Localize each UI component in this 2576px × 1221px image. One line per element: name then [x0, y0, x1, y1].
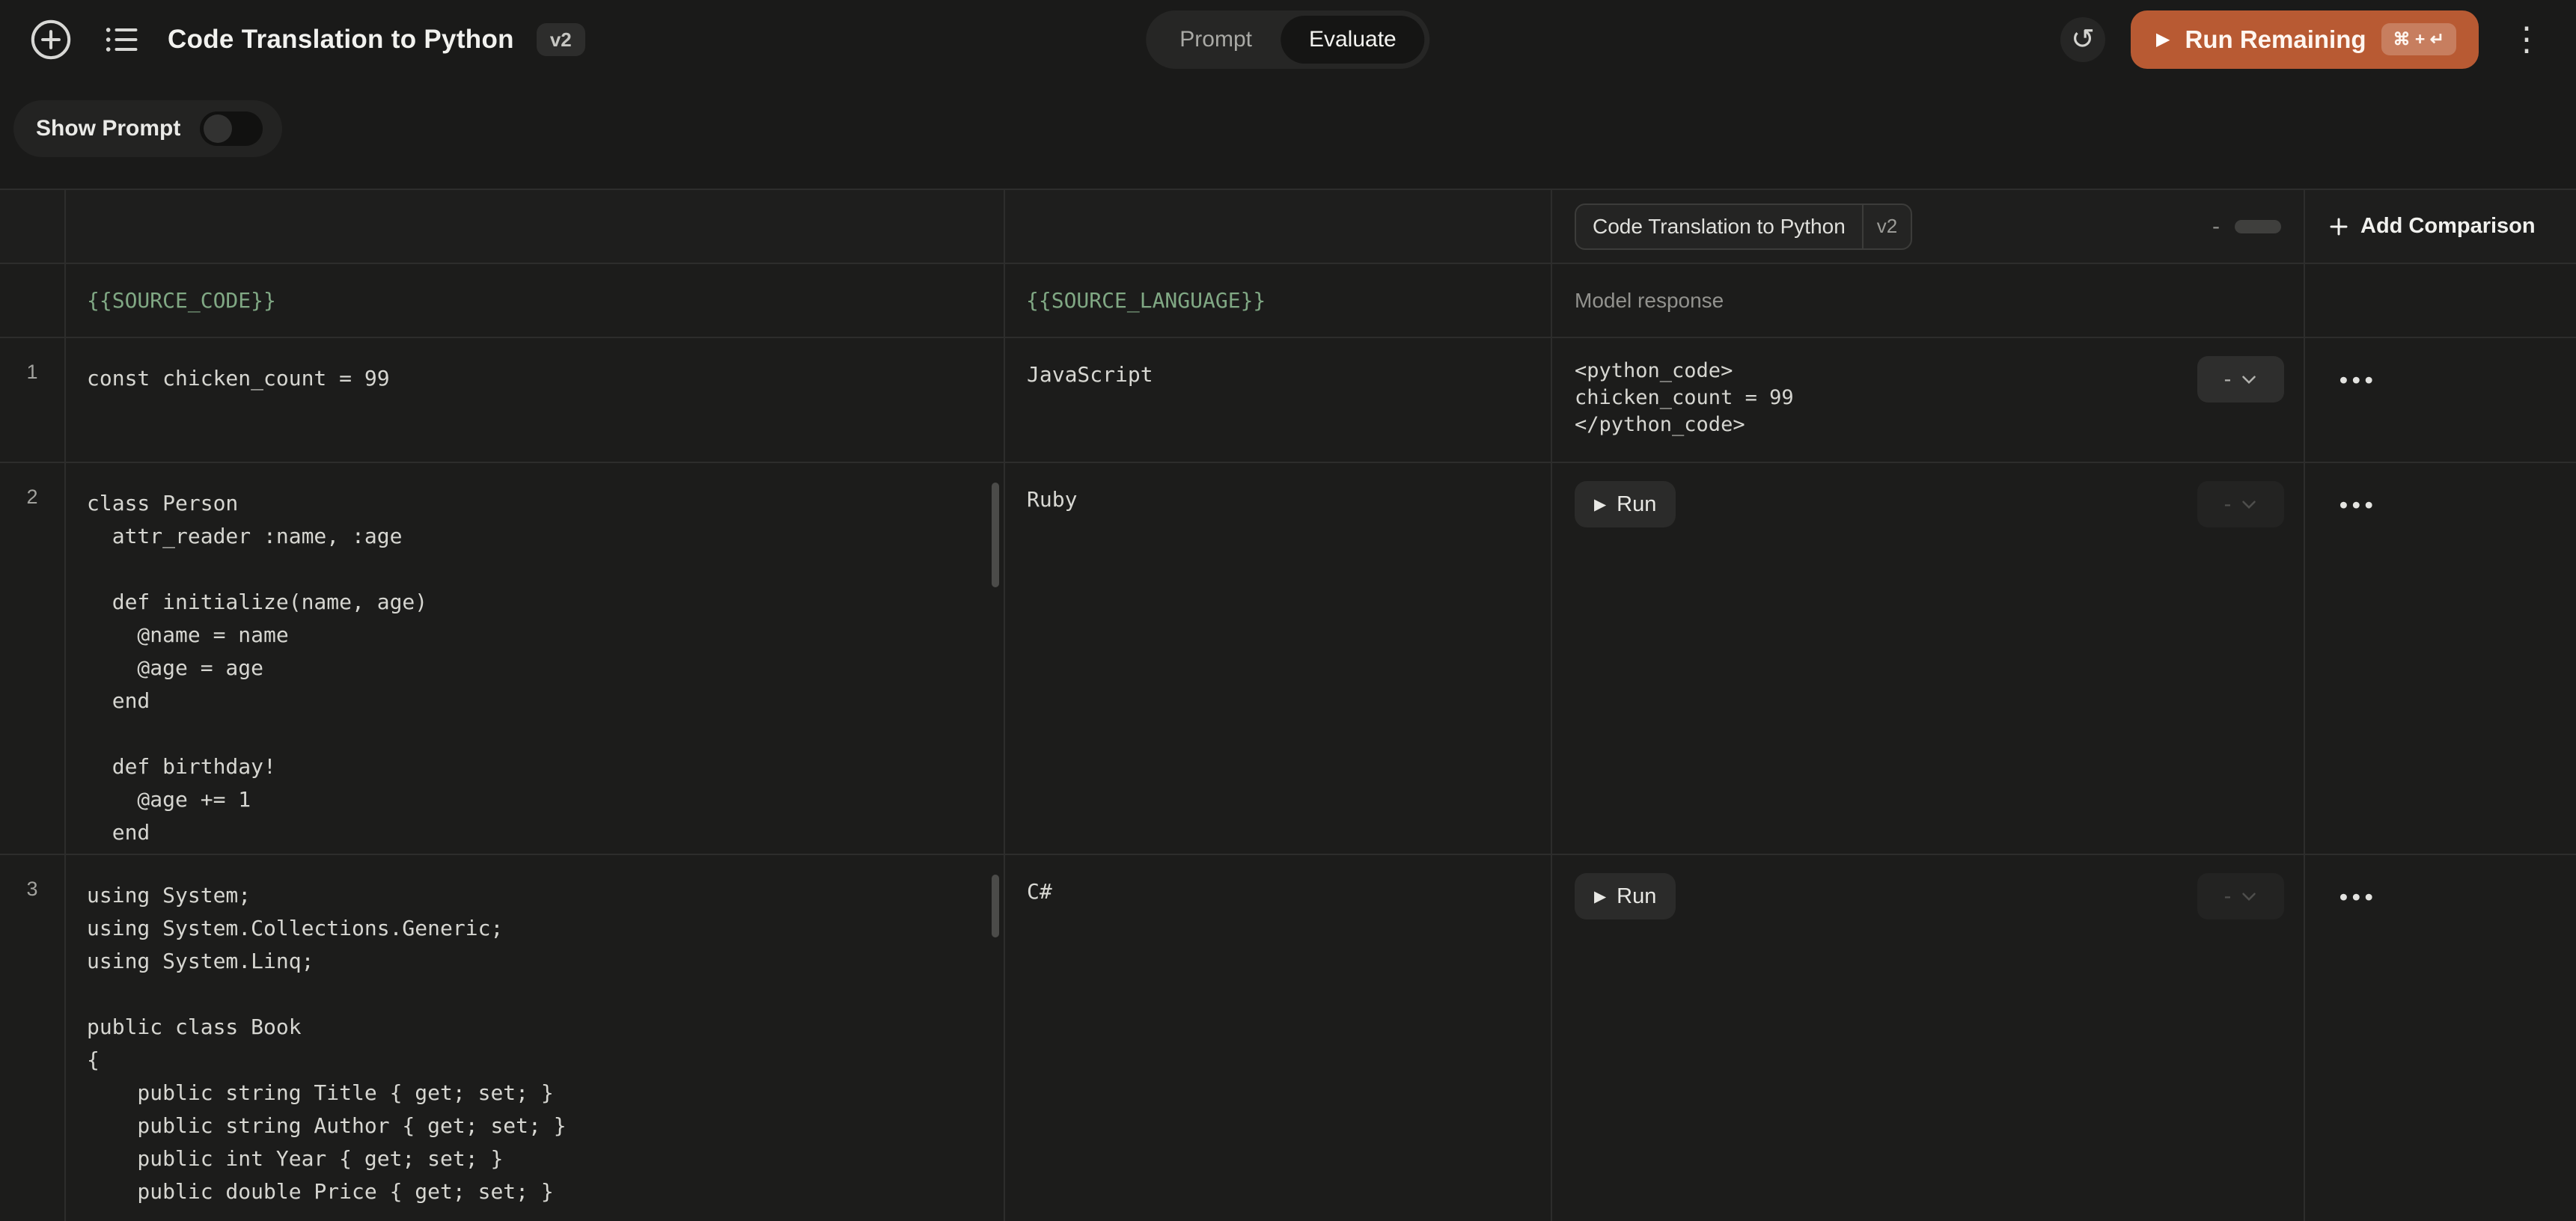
- header-spacer: [2177, 264, 2305, 338]
- score-cell: -: [2177, 855, 2305, 1221]
- plus-circle-icon: [29, 18, 73, 61]
- model-response-cell: ▶ Run: [1552, 855, 2177, 1221]
- topbar: Code Translation to Python v2 Prompt Eva…: [0, 0, 2576, 79]
- keyboard-shortcut-badge: ⌘ + ↵: [2381, 23, 2456, 55]
- prompt-list-button[interactable]: [97, 16, 145, 64]
- play-icon: ▶: [2156, 31, 2170, 49]
- evaluation-table: Code Translation to Python v2 - Add Comp…: [0, 189, 2576, 1221]
- tab-prompt[interactable]: Prompt: [1151, 16, 1281, 64]
- source-code-cell[interactable]: const chicken_count = 99: [66, 338, 1005, 463]
- toggle-knob: [204, 114, 232, 143]
- chevron-down-icon: [2241, 375, 2256, 385]
- header-spacer: [66, 190, 1005, 264]
- column-model-response: Model response: [1552, 264, 2177, 338]
- score-dropdown[interactable]: -: [2197, 481, 2284, 527]
- source-code: const chicken_count = 99: [87, 362, 989, 395]
- chevron-down-icon: [2241, 892, 2256, 902]
- comparison-header: Code Translation to Python v2 -: [1552, 190, 2305, 264]
- model-response-cell[interactable]: <python_code> chicken_count = 99 </pytho…: [1552, 338, 2177, 463]
- column-source-language: {{SOURCE_LANGUAGE}}: [1005, 264, 1552, 338]
- history-icon: ↺: [2071, 25, 2095, 54]
- run-remaining-button[interactable]: ▶ Run Remaining ⌘ + ↵: [2131, 10, 2479, 69]
- add-comparison-button[interactable]: Add Comparison: [2305, 190, 2536, 263]
- source-language-cell[interactable]: Ruby: [1005, 463, 1552, 855]
- source-code: class Person attr_reader :name, :age def…: [87, 487, 989, 849]
- play-icon: ▶: [1594, 889, 1606, 905]
- more-options-button[interactable]: •••: [2340, 356, 2378, 403]
- chevron-down-icon: [2241, 500, 2256, 509]
- row-actions-cell: •••: [2305, 855, 2576, 1221]
- more-options-button[interactable]: •••: [2340, 873, 2378, 919]
- mode-tabs: Prompt Evaluate: [1146, 10, 1429, 69]
- header-spacer: [1005, 190, 1552, 264]
- row-index: 2: [0, 463, 66, 855]
- comparison-score: -: [2212, 214, 2281, 239]
- source-language-cell[interactable]: JavaScript: [1005, 338, 1552, 463]
- list-icon: [102, 20, 141, 59]
- source-code-cell[interactable]: using System; using System.Collections.G…: [66, 855, 1005, 1221]
- plus-icon: [2328, 215, 2350, 238]
- version-badge[interactable]: v2: [537, 23, 585, 56]
- score-cell: -: [2177, 338, 2305, 463]
- row-index: 1: [0, 338, 66, 463]
- header-spacer: [0, 264, 66, 338]
- more-options-icon: •••: [2340, 493, 2378, 516]
- source-code-cell[interactable]: class Person attr_reader :name, :age def…: [66, 463, 1005, 855]
- score-value: -: [2212, 214, 2220, 239]
- scrollbar-thumb[interactable]: [992, 483, 999, 587]
- source-code: using System; using System.Collections.G…: [87, 879, 989, 1208]
- comparison-version: v2: [1864, 205, 1911, 248]
- history-button[interactable]: ↺: [2060, 17, 2105, 62]
- row-actions-cell: •••: [2305, 338, 2576, 463]
- show-prompt-toggle[interactable]: [200, 111, 263, 146]
- scrollbar-thumb[interactable]: [992, 875, 999, 937]
- more-options-icon: •••: [2340, 885, 2378, 908]
- score-cell: -: [2177, 463, 2305, 855]
- more-options-button[interactable]: •••: [2340, 481, 2378, 527]
- show-prompt-label: Show Prompt: [36, 116, 180, 141]
- run-remaining-label: Run Remaining: [2185, 25, 2366, 54]
- add-button[interactable]: [27, 16, 75, 64]
- add-comparison-cell: Add Comparison: [2305, 190, 2576, 264]
- source-language-cell[interactable]: C#: [1005, 855, 1552, 1221]
- show-prompt-control: Show Prompt: [13, 100, 282, 157]
- header-spacer: [2305, 264, 2576, 338]
- tab-evaluate[interactable]: Evaluate: [1281, 16, 1425, 64]
- comparison-name: Code Translation to Python: [1576, 205, 1862, 248]
- overflow-menu-button[interactable]: ⋮: [2504, 23, 2549, 56]
- row-actions-cell: •••: [2305, 463, 2576, 855]
- score-dropdown[interactable]: -: [2197, 356, 2284, 403]
- score-dropdown[interactable]: -: [2197, 873, 2284, 919]
- play-icon: ▶: [1594, 497, 1606, 512]
- header-spacer: [0, 190, 66, 264]
- run-button[interactable]: ▶ Run: [1575, 481, 1676, 527]
- run-button[interactable]: ▶ Run: [1575, 873, 1676, 919]
- page-title: Code Translation to Python: [168, 25, 514, 55]
- comparison-selector[interactable]: Code Translation to Python v2: [1575, 204, 1912, 250]
- column-source-code: {{SOURCE_CODE}}: [66, 264, 1005, 338]
- row-index: 3: [0, 855, 66, 1221]
- kebab-icon: ⋮: [2510, 21, 2543, 58]
- model-response-cell: ▶ Run: [1552, 463, 2177, 855]
- score-meter: [2235, 220, 2281, 233]
- more-options-icon: •••: [2340, 368, 2378, 391]
- model-response: <python_code> chicken_count = 99 </pytho…: [1575, 358, 2177, 438]
